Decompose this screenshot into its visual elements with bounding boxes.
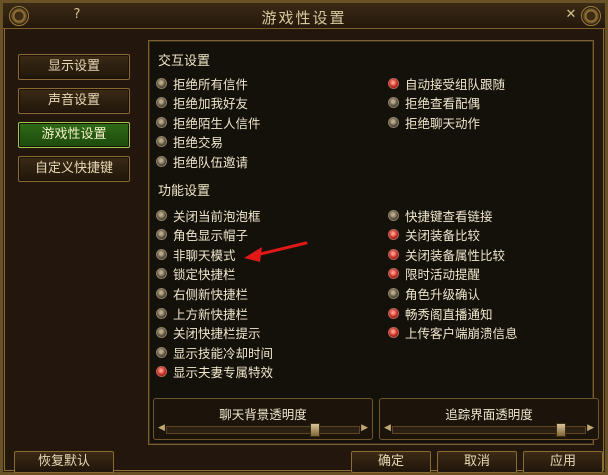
radio-icon[interactable]	[156, 268, 167, 280]
apply-button[interactable]: 应用	[523, 451, 603, 473]
option-label: 拒绝查看配偶	[405, 96, 481, 111]
function-section-title: 功能设置	[158, 184, 211, 199]
chat-bg-opacity-slider[interactable]: 聊天背景透明度 ◀ ▶	[153, 398, 373, 440]
slider-left-arrow-icon[interactable]: ◀	[384, 423, 391, 433]
radio-icon[interactable]	[388, 116, 399, 128]
radio-icon[interactable]	[156, 229, 167, 241]
radio-icon[interactable]	[156, 346, 167, 358]
radio-icon[interactable]	[156, 366, 167, 378]
function-right-option[interactable]: 快捷键查看链接	[388, 206, 493, 224]
function-left-option[interactable]: 关闭当前泡泡框	[156, 206, 261, 224]
radio-icon[interactable]	[156, 136, 167, 147]
radio-icon[interactable]	[156, 97, 167, 108]
radio-icon[interactable]	[156, 155, 167, 167]
radio-icon[interactable]	[388, 77, 399, 89]
function-left-option[interactable]: 显示夫妻专属特效	[156, 363, 273, 381]
slider-thumb[interactable]	[555, 423, 566, 437]
window-title: 游戏性设置	[261, 9, 347, 27]
function-right-option[interactable]: 关闭装备比较	[388, 226, 480, 244]
slider-thumb[interactable]	[309, 423, 320, 437]
radio-icon[interactable]	[388, 287, 399, 299]
option-label: 关闭快捷栏提示	[173, 326, 261, 342]
slider-track[interactable]	[166, 426, 360, 434]
option-label: 角色升级确认	[405, 286, 481, 302]
radio-icon[interactable]	[388, 97, 399, 108]
radio-icon[interactable]	[156, 287, 167, 299]
option-label: 右侧新快捷栏	[173, 286, 249, 302]
cancel-button[interactable]: 取消	[437, 451, 517, 473]
radio-icon[interactable]	[156, 327, 167, 339]
option-label: 非聊天模式	[173, 247, 236, 263]
radio-icon[interactable]	[388, 327, 399, 339]
function-left-option[interactable]: 角色显示帽子	[156, 226, 248, 244]
radio-icon[interactable]	[156, 77, 167, 89]
radio-icon[interactable]	[156, 248, 167, 260]
function-left-option[interactable]: 上方新快捷栏	[156, 304, 248, 322]
interaction-left-option[interactable]: 拒绝陌生人信件	[156, 113, 261, 131]
option-label: 显示夫妻专属特效	[173, 365, 274, 381]
close-icon[interactable]: ✕	[563, 7, 579, 23]
option-label: 拒绝加我好友	[173, 96, 249, 111]
slider-label: 聊天背景透明度	[219, 407, 307, 422]
option-label: 畅秀阁直播通知	[405, 306, 493, 322]
interaction-right-option[interactable]: 拒绝聊天动作	[388, 113, 480, 131]
radio-icon[interactable]	[388, 229, 399, 241]
option-label: 快捷键查看链接	[405, 208, 493, 224]
title-bar[interactable]: ? 游戏性设置 ✕	[3, 3, 605, 29]
interaction-section-title: 交互设置	[158, 54, 211, 69]
slider-label: 追踪界面透明度	[445, 407, 533, 422]
radio-icon[interactable]	[388, 268, 399, 280]
function-left-option[interactable]: 关闭快捷栏提示	[156, 324, 261, 342]
function-right-option[interactable]: 关闭装备属性比较	[388, 245, 505, 263]
function-right-option[interactable]: 角色升级确认	[388, 284, 480, 302]
option-label: 关闭当前泡泡框	[173, 208, 261, 224]
function-left-option[interactable]: 右侧新快捷栏	[156, 284, 248, 302]
interaction-left-option[interactable]: 拒绝加我好友	[156, 94, 248, 112]
gear-icon	[581, 6, 601, 26]
function-left-option[interactable]: 锁定快捷栏	[156, 265, 236, 283]
slider-right-arrow-icon[interactable]: ▶	[361, 423, 368, 433]
tracker-opacity-slider[interactable]: 追踪界面透明度 ◀ ▶	[379, 398, 599, 440]
function-left-option[interactable]: 显示技能冷却时间	[156, 343, 273, 361]
function-right-option[interactable]: 畅秀阁直播通知	[388, 304, 493, 322]
slider-right-arrow-icon[interactable]: ▶	[587, 423, 594, 433]
interaction-left-option[interactable]: 拒绝所有信件	[156, 74, 248, 92]
option-label: 上方新快捷栏	[173, 306, 249, 322]
radio-icon[interactable]	[388, 248, 399, 260]
radio-icon[interactable]	[388, 307, 399, 319]
radio-icon[interactable]	[156, 209, 167, 221]
interaction-right-option[interactable]: 自动接受组队跟随	[388, 74, 505, 92]
function-right-option[interactable]: 上传客户端崩溃信息	[388, 324, 518, 342]
option-label: 拒绝队伍邀请	[173, 154, 249, 170]
sidebar-item-display[interactable]: 显示设置	[18, 54, 130, 80]
ok-button[interactable]: 确定	[351, 451, 431, 473]
option-label: 自动接受组队跟随	[405, 76, 506, 92]
interaction-left-option[interactable]: 拒绝队伍邀请	[156, 152, 248, 170]
function-right-option[interactable]: 限时活动提醒	[388, 265, 480, 283]
interaction-right-option[interactable]: 拒绝查看配偶	[388, 94, 480, 112]
option-label: 锁定快捷栏	[173, 267, 236, 283]
reset-defaults-button[interactable]: 恢复默认	[14, 451, 114, 473]
sidebar-item-sound[interactable]: 声音设置	[18, 88, 130, 114]
radio-icon[interactable]	[388, 209, 399, 221]
slider-left-arrow-icon[interactable]: ◀	[158, 423, 165, 433]
function-left-option[interactable]: 非聊天模式	[156, 245, 236, 263]
sidebar-item-hotkeys[interactable]: 自定义快捷键	[18, 156, 130, 182]
option-label: 上传客户端崩溃信息	[405, 326, 518, 342]
option-label: 关闭装备比较	[405, 228, 481, 244]
sidebar-item-gameplay[interactable]: 游戏性设置	[18, 122, 130, 148]
radio-icon[interactable]	[156, 307, 167, 319]
radio-icon[interactable]	[156, 116, 167, 128]
interaction-left-option[interactable]: 拒绝交易	[156, 133, 223, 151]
option-label: 拒绝聊天动作	[405, 115, 481, 131]
option-label: 关闭装备属性比较	[405, 247, 506, 263]
option-label: 角色显示帽子	[173, 228, 249, 244]
option-label: 拒绝交易	[173, 135, 224, 150]
option-label: 限时活动提醒	[405, 267, 481, 283]
option-label: 显示技能冷却时间	[173, 345, 274, 361]
option-label: 拒绝陌生人信件	[173, 115, 261, 131]
option-label: 拒绝所有信件	[173, 76, 249, 92]
